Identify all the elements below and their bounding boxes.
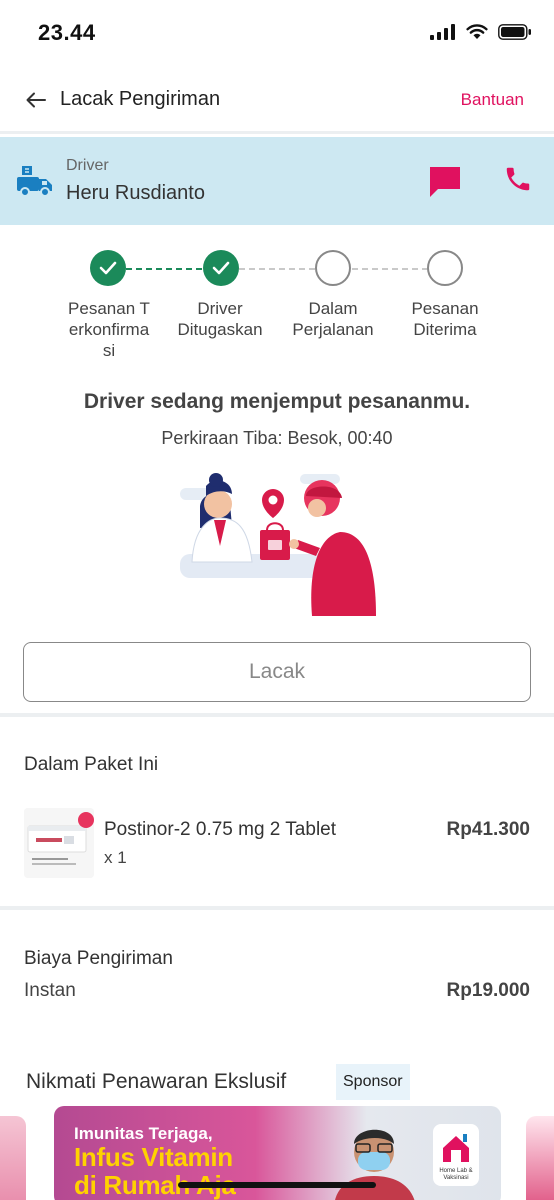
step-2-indicator	[203, 250, 239, 286]
shipping-price: Rp19.000	[446, 980, 530, 1001]
step-1-indicator	[90, 250, 126, 286]
sponsor-badge: Sponsor	[336, 1064, 410, 1100]
medicine-box-image	[24, 808, 94, 878]
order-status-title: Driver sedang menjemput pesananmu.	[83, 390, 471, 413]
driver-name: Heru Rusdianto	[66, 182, 205, 204]
pharmacy-pickup-illustration	[180, 473, 376, 616]
product-price: Rp41.300	[446, 819, 530, 840]
banner-logo-text: Home Lab & Vaksinasi	[439, 1168, 473, 1181]
battery-icon	[498, 24, 531, 40]
step-2-label: Driver Ditugaskan	[177, 299, 263, 339]
check-icon	[99, 261, 117, 275]
help-link[interactable]: Bantuan	[461, 90, 524, 110]
chat-icon[interactable]	[428, 165, 462, 199]
step-4-label: Pesanan Diterima	[411, 299, 479, 339]
promo-section-title: Nikmati Penawaran Ekslusif	[26, 1070, 287, 1093]
banner-carousel-prev[interactable]	[0, 1116, 26, 1200]
home-indicator	[178, 1182, 376, 1188]
status-icons	[430, 24, 532, 40]
step-3-label: Dalam Perjalanan	[292, 299, 374, 339]
check-icon	[212, 261, 230, 275]
phone-icon[interactable]	[503, 164, 533, 194]
step-4-indicator	[427, 250, 463, 286]
arrow-left-icon	[26, 92, 46, 108]
step-3-indicator	[315, 250, 351, 286]
product-name: Postinor-2 0.75 mg 2 Tablet	[104, 819, 337, 840]
app-header: Lacak Pengiriman Bantuan	[0, 66, 554, 134]
eta-text: Perkiraan Tiba: Besok, 00:40	[161, 428, 393, 448]
track-button[interactable]: Lacak	[23, 642, 531, 702]
section-divider	[0, 906, 554, 910]
shipping-type: Instan	[24, 980, 76, 1001]
house-lab-icon	[443, 1134, 469, 1162]
package-section-title: Dalam Paket Ini	[24, 754, 159, 775]
back-button[interactable]	[22, 86, 50, 114]
wifi-icon	[466, 24, 488, 39]
product-quantity: x 1	[104, 848, 127, 867]
step-1-label: Pesanan Terkonfirmasi	[68, 299, 150, 360]
status-time: 23.44	[38, 20, 96, 45]
home-lab-logo: Home Lab & Vaksinasi	[433, 1124, 479, 1186]
driver-role-label: Driver	[66, 157, 109, 174]
signal-icon	[430, 24, 455, 40]
banner-line-2: Infus Vitamin	[74, 1142, 233, 1172]
stepper-lines	[126, 268, 429, 270]
product-image	[24, 808, 94, 878]
section-divider	[0, 713, 554, 717]
page-title: Lacak Pengiriman	[60, 88, 221, 110]
driver-card: Driver Heru Rusdianto	[0, 137, 554, 225]
banner-carousel-next[interactable]	[526, 1116, 554, 1200]
order-progress-stepper: Pesanan Terkonfirmasi Driver Ditugaskan …	[0, 250, 554, 370]
status-bar: 23.44	[0, 0, 554, 66]
banner-line-1: Imunitas Terjaga,	[74, 1124, 213, 1143]
shipping-section-title: Biaya Pengiriman	[24, 948, 173, 969]
delivery-truck-icon	[17, 166, 52, 197]
